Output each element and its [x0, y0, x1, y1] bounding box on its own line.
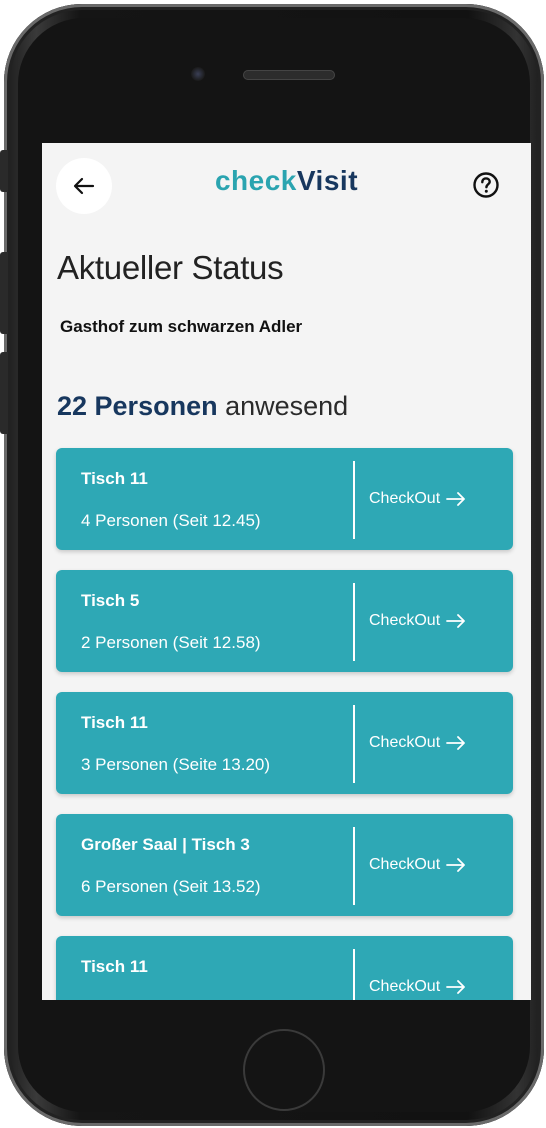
checkout-button[interactable]: CheckOut: [369, 490, 466, 508]
arrow-right-icon: [446, 858, 466, 872]
checkout-label: CheckOut: [369, 490, 441, 507]
earpiece-speaker: [243, 70, 335, 80]
checkout-label: CheckOut: [369, 978, 441, 995]
card-divider: [353, 705, 355, 783]
arrow-right-icon: [446, 736, 466, 750]
app-screen: checkVisit Aktueller Status Gasthof zum …: [42, 143, 531, 1000]
question-circle-icon: [473, 172, 499, 198]
visit-table-name: Tisch 11: [81, 713, 148, 732]
home-button[interactable]: [243, 1029, 325, 1111]
visit-card[interactable]: Tisch 11 4 Personen (Seit 12.45) CheckOu…: [56, 448, 513, 550]
checkout-button[interactable]: CheckOut: [369, 978, 466, 996]
arrow-right-icon: [446, 614, 466, 628]
checkout-label: CheckOut: [369, 612, 441, 629]
help-button[interactable]: [472, 171, 500, 199]
mute-switch: [0, 150, 8, 192]
page-title: Aktueller Status: [57, 249, 284, 286]
visit-table-name: Tisch 11: [81, 957, 148, 976]
visit-card[interactable]: Tisch 5 2 Personen (Seit 12.58) CheckOut: [56, 570, 513, 672]
front-camera: [191, 67, 205, 81]
checkout-button[interactable]: CheckOut: [369, 612, 466, 630]
top-bar: checkVisit: [42, 143, 531, 229]
visit-card[interactable]: Tisch 11 3 Personen (Seite 13.20) CheckO…: [56, 692, 513, 794]
card-divider: [353, 583, 355, 661]
visit-table-name: Großer Saal | Tisch 3: [81, 835, 250, 854]
visit-info: 6 Personen (Seit 13.52): [81, 877, 261, 896]
checkout-button[interactable]: CheckOut: [369, 734, 466, 752]
visit-info: 2 Personen (Seit 12.58): [81, 633, 261, 652]
visit-card[interactable]: Großer Saal | Tisch 3 6 Personen (Seit 1…: [56, 814, 513, 916]
visit-table-name: Tisch 11: [81, 469, 148, 488]
logo-check: check: [214, 165, 297, 196]
app-logo: checkVisit: [42, 165, 531, 197]
visit-table-name: Tisch 5: [81, 591, 140, 610]
present-count-label: anwesend: [225, 391, 349, 421]
visit-info: 4 Personen (Seit 12.45): [81, 511, 261, 530]
volume-up-button: [0, 252, 8, 334]
checkout-label: CheckOut: [369, 734, 441, 751]
present-count-number: 22 Personen: [57, 391, 218, 421]
venue-name: Gasthof zum schwarzen Adler: [60, 317, 303, 336]
checkout-button[interactable]: CheckOut: [369, 856, 466, 874]
visit-info: 3 Personen (Seite 13.20): [81, 755, 271, 774]
arrow-right-icon: [446, 492, 466, 506]
card-divider: [353, 827, 355, 905]
checkout-label: CheckOut: [369, 856, 441, 873]
visit-card[interactable]: Tisch 11 CheckOut: [56, 936, 513, 1000]
present-count: 22 Personen anwesend: [57, 391, 348, 422]
arrow-right-icon: [446, 980, 466, 994]
volume-down-button: [0, 352, 8, 434]
card-divider: [353, 461, 355, 539]
card-divider: [353, 949, 355, 1000]
logo-visit: Visit: [296, 165, 359, 196]
